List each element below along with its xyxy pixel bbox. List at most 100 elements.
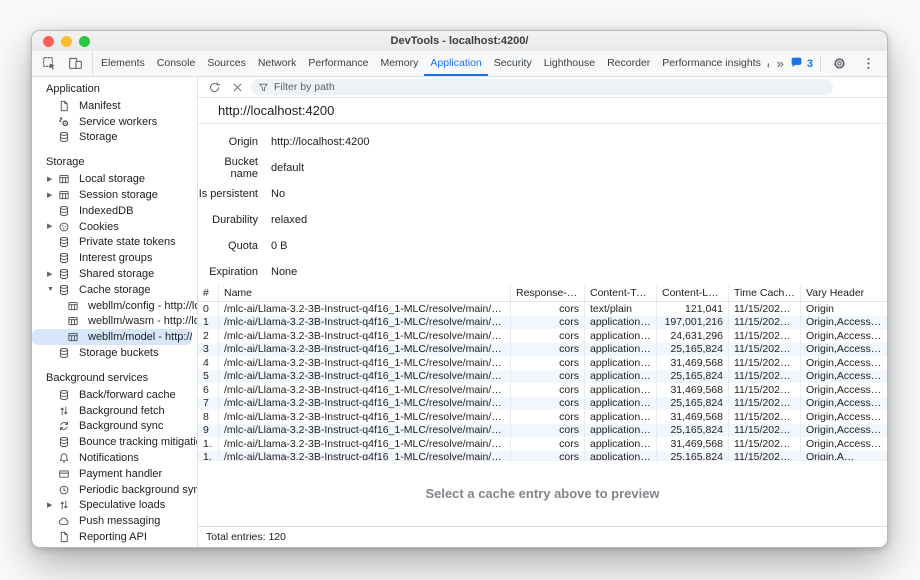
- cell-text: /mlc-ai/Llama-3.2-3B-Instruct-q4f16_1-ML…: [224, 397, 505, 409]
- column-header-vary-header[interactable]: Vary Header: [801, 285, 887, 301]
- sidebar-item-service-workers[interactable]: Service workers: [32, 114, 197, 130]
- chevron-right-icon[interactable]: ▶: [47, 192, 58, 199]
- cell: 11/15/2024, 10…: [729, 451, 801, 461]
- refresh-icon[interactable]: [205, 78, 223, 96]
- database-icon: [58, 389, 74, 401]
- cache-entry-row[interactable]: 0/mlc-ai/Llama-3.2-3B-Instruct-q4f16_1-M…: [198, 302, 887, 316]
- sidebar-item-bounce-tracking-mitigations[interactable]: Bounce tracking mitigations: [32, 434, 197, 450]
- cell: Origin,Access…: [801, 437, 887, 451]
- cache-entry-row[interactable]: 1/mlc-ai/Llama-3.2-3B-Instruct-q4f16_1-M…: [198, 316, 887, 330]
- tab-application[interactable]: Application: [424, 51, 487, 76]
- column-header-time-cached[interactable]: Time Cached: [729, 285, 801, 301]
- cell: 10: [198, 437, 219, 451]
- tab-console[interactable]: Console: [151, 51, 202, 76]
- sidebar-item-cache-storage[interactable]: ▼Cache storage: [32, 282, 197, 298]
- cell: Origin,A…: [801, 451, 887, 461]
- sidebar-item-local-storage[interactable]: ▶Local storage: [32, 171, 197, 187]
- sidebar-item-back-forward-cache[interactable]: Back/forward cache: [32, 387, 197, 403]
- column-header-content-length[interactable]: Content-Length: [657, 285, 729, 301]
- tab-performance[interactable]: Performance: [302, 51, 374, 76]
- sidebar-item-notifications[interactable]: Notifications: [32, 450, 197, 466]
- cell: 8: [198, 410, 219, 424]
- chevron-down-icon[interactable]: ▼: [47, 286, 58, 293]
- more-tabs-icon[interactable]: »: [777, 56, 783, 71]
- cell: 11/15/2024, 10…: [729, 329, 801, 343]
- sidebar-item-shared-storage[interactable]: ▶Shared storage: [32, 266, 197, 282]
- cache-entry-row[interactable]: 3/mlc-ai/Llama-3.2-3B-Instruct-q4f16_1-M…: [198, 343, 887, 357]
- database-icon: [58, 436, 74, 448]
- tab-lighthouse[interactable]: Lighthouse: [538, 51, 601, 76]
- tab-recorder[interactable]: Recorder: [601, 51, 656, 76]
- kebab-menu-icon[interactable]: [857, 53, 879, 75]
- sidebar-item-background-sync[interactable]: Background sync: [32, 419, 197, 435]
- cell: /mlc-ai/Llama-3.2-3B-Instruct-q4f16_1-ML…: [219, 437, 511, 451]
- tab-memory[interactable]: Memory: [374, 51, 424, 76]
- sidebar-item-storage[interactable]: Storage: [32, 130, 197, 146]
- sidebar-item-webllm-config-http-loc[interactable]: webllm/config - http://loc…: [32, 298, 197, 314]
- tab-label: Application: [430, 57, 481, 69]
- cell-text: cors: [559, 357, 579, 369]
- sidebar-item-periodic-background-sync[interactable]: Periodic background sync: [32, 482, 197, 498]
- cell: 25,165,824: [657, 424, 729, 438]
- document-icon: [58, 100, 74, 112]
- devtools-window: DevTools - localhost:4200/ ElementsConso…: [31, 30, 888, 548]
- cell-text: /mlc-ai/Llama-3.2-3B-Instruct-q4f16_1-ML…: [224, 384, 505, 396]
- cell-text: 31,469,568: [670, 357, 723, 369]
- clear-icon[interactable]: [228, 78, 246, 96]
- sidebar-item-interest-groups[interactable]: Interest groups: [32, 250, 197, 266]
- cell: 24,631,296: [657, 329, 729, 343]
- tab-label: Network: [258, 57, 297, 69]
- sidebar-item-reporting-api[interactable]: Reporting API: [32, 529, 197, 545]
- tab-performance-insights[interactable]: Performance insights: [656, 51, 768, 76]
- sidebar-item-indexeddb[interactable]: IndexedDB: [32, 203, 197, 219]
- sidebar-item-storage-buckets[interactable]: Storage buckets: [32, 345, 197, 361]
- cell-text: 25,165,824: [670, 424, 723, 436]
- sidebar-item-session-storage[interactable]: ▶Session storage: [32, 187, 197, 203]
- tab-security[interactable]: Security: [488, 51, 538, 76]
- sidebar-item-speculative-loads[interactable]: ▶Speculative loads: [32, 498, 197, 514]
- chevron-right-icon[interactable]: ▶: [47, 271, 58, 278]
- sidebar-item-label: Payment handler: [74, 468, 162, 480]
- cache-entry-row[interactable]: 5/mlc-ai/Llama-3.2-3B-Instruct-q4f16_1-M…: [198, 370, 887, 384]
- sidebar-item-webllm-model-http-loc[interactable]: webllm/model - http://loc…: [32, 329, 192, 345]
- cell-text: /mlc-ai/Llama-3.2-3B-Instruct-q4f16_1-ML…: [224, 411, 505, 423]
- tab-elements[interactable]: Elements: [95, 51, 151, 76]
- cache-entry-row[interactable]: 11/mlc-ai/Llama-3.2-3B-Instruct-q4f16_1-…: [198, 451, 887, 461]
- sidebar-item-webllm-wasm-http-loca[interactable]: webllm/wasm - http://loca…: [32, 314, 197, 330]
- column-header-name[interactable]: Name: [219, 285, 511, 301]
- cell-text: /mlc-ai/Llama-3.2-3B-Instruct-q4f16_1-ML…: [224, 451, 505, 460]
- chevron-right-icon[interactable]: ▶: [47, 223, 58, 230]
- cache-entry-row[interactable]: 7/mlc-ai/Llama-3.2-3B-Instruct-q4f16_1-M…: [198, 397, 887, 411]
- sidebar-item-background-fetch[interactable]: Background fetch: [32, 403, 197, 419]
- sidebar-item-manifest[interactable]: Manifest: [32, 98, 197, 114]
- sidebar-item-payment-handler[interactable]: Payment handler: [32, 466, 197, 482]
- sidebar-item-private-state-tokens[interactable]: Private state tokens: [32, 235, 197, 251]
- cache-entry-row[interactable]: 6/mlc-ai/Llama-3.2-3B-Instruct-q4f16_1-M…: [198, 383, 887, 397]
- chevron-right-icon[interactable]: ▶: [47, 176, 58, 183]
- device-toolbar-icon[interactable]: [64, 53, 86, 75]
- cache-entry-row[interactable]: 9/mlc-ai/Llama-3.2-3B-Instruct-q4f16_1-M…: [198, 424, 887, 438]
- settings-gear-icon[interactable]: [828, 53, 850, 75]
- chevron-right-icon[interactable]: ▶: [47, 502, 58, 509]
- cache-entry-row[interactable]: 4/mlc-ai/Llama-3.2-3B-Instruct-q4f16_1-M…: [198, 356, 887, 370]
- cell-text: application/oc…: [590, 370, 651, 382]
- cell: 25,165,824: [657, 343, 729, 357]
- cache-entry-row[interactable]: 10/mlc-ai/Llama-3.2-3B-Instruct-q4f16_1-…: [198, 437, 887, 451]
- tab-sources[interactable]: Sources: [201, 51, 252, 76]
- filter-box[interactable]: [251, 79, 833, 95]
- filter-input[interactable]: [274, 81, 826, 93]
- sidebar-item-cookies[interactable]: ▶Cookies: [32, 219, 197, 235]
- cache-entry-row[interactable]: 8/mlc-ai/Llama-3.2-3B-Instruct-q4f16_1-M…: [198, 410, 887, 424]
- column-header--[interactable]: #: [198, 285, 219, 301]
- sidebar-item-label: Background sync: [74, 420, 163, 432]
- cell: /mlc-ai/Llama-3.2-3B-Instruct-q4f16_1-ML…: [219, 370, 511, 384]
- issues-messages-button[interactable]: 3: [790, 56, 813, 72]
- inspect-icon[interactable]: [38, 53, 60, 75]
- cell: cors: [511, 383, 585, 397]
- arrows-up-down-icon: [58, 499, 74, 511]
- column-header-content-type[interactable]: Content-Type: [585, 285, 657, 301]
- tab-network[interactable]: Network: [252, 51, 303, 76]
- cache-entry-row[interactable]: 2/mlc-ai/Llama-3.2-3B-Instruct-q4f16_1-M…: [198, 329, 887, 343]
- column-header-response-type[interactable]: Response-Type: [511, 285, 585, 301]
- sidebar-item-push-messaging[interactable]: Push messaging: [32, 513, 197, 529]
